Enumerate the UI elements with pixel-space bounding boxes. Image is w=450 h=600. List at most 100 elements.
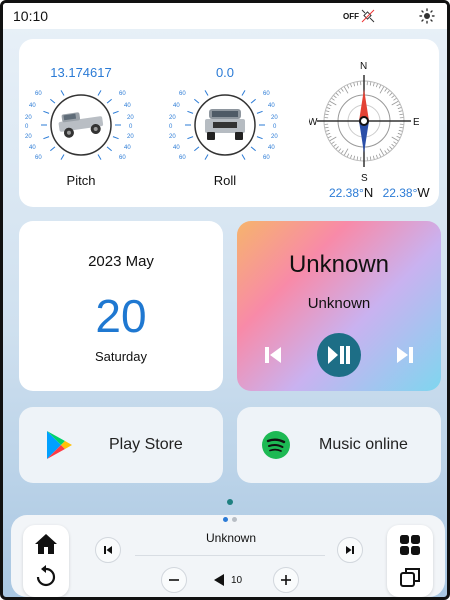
app-label: Play Store xyxy=(109,436,183,453)
compass-tick xyxy=(389,146,393,150)
spotify-icon xyxy=(257,426,295,464)
compass-tick xyxy=(396,103,401,107)
pitch-value: 13.174617 xyxy=(50,65,112,80)
compass-tick xyxy=(335,92,339,96)
gauge-tick xyxy=(43,136,50,140)
pitch-scale-label: 0 xyxy=(25,124,29,130)
nav-left-panel xyxy=(23,525,69,597)
gauge-tick xyxy=(50,98,56,104)
dock-next-button[interactable] xyxy=(337,537,363,563)
gauge-tick xyxy=(256,110,263,114)
app-label: Music online xyxy=(319,436,408,453)
date-widget[interactable]: 2023 May 20 Saturday xyxy=(19,221,223,391)
compass-tick xyxy=(331,97,335,101)
roll-dial: 60 40 20 0 20 40 60 60 40 20 0 20 40 60 xyxy=(169,90,278,161)
roll-scale-label: 60 xyxy=(263,155,270,161)
dock-previous-button[interactable] xyxy=(95,537,121,563)
compass-tick xyxy=(391,100,399,106)
compass-tick xyxy=(399,113,404,116)
compass-tick xyxy=(340,150,344,154)
brightness-icon[interactable] xyxy=(419,8,435,24)
compass-tick xyxy=(378,84,382,89)
app-tile-music-online[interactable]: Music online xyxy=(237,407,441,483)
play-pause-button[interactable] xyxy=(317,333,361,377)
dock-dot-active xyxy=(223,517,228,522)
compass-tick xyxy=(329,100,337,106)
skip-next-icon xyxy=(346,546,354,554)
compass-tick xyxy=(340,88,344,92)
gauge-tick xyxy=(194,98,200,104)
page-indicator xyxy=(227,499,233,505)
pitch-label: Pitch xyxy=(66,173,96,188)
volume-up-button[interactable] xyxy=(273,567,299,593)
gauge-tick xyxy=(194,146,200,152)
compass-tick xyxy=(389,92,393,96)
app-tile-play-store[interactable]: Play Store xyxy=(19,407,223,483)
compass-tick xyxy=(391,136,399,142)
roll-scale-label: 40 xyxy=(268,145,275,151)
longitude-value: 22.38° xyxy=(382,186,418,200)
latitude-dir: N xyxy=(363,185,374,200)
compass-tick xyxy=(386,90,391,94)
pitch-scale-label: 40 xyxy=(29,145,36,151)
compass-tick xyxy=(346,153,350,158)
year-month: 2023 May xyxy=(88,253,154,270)
compass-tick xyxy=(375,83,379,88)
gauge-tick xyxy=(204,154,209,160)
gauge-tick xyxy=(187,110,194,114)
compass-tick xyxy=(333,143,337,148)
roll-scale-label: 20 xyxy=(169,115,176,121)
skip-next-icon xyxy=(397,347,413,363)
day-number: 20 xyxy=(95,290,147,342)
pitch-scale-label: 20 xyxy=(127,134,134,140)
previous-track-button[interactable] xyxy=(263,345,283,365)
roll-label: Roll xyxy=(213,173,237,188)
back-icon[interactable] xyxy=(34,565,58,589)
compass-tick xyxy=(337,90,342,94)
music-widget[interactable]: Unknown Unknown xyxy=(237,221,441,391)
compass-tick xyxy=(349,154,353,159)
inclinometer-widget[interactable]: 13.174617 60 40 20 0 20 40 60 60 40 20 0… xyxy=(19,39,439,207)
pitch-scale-label: 60 xyxy=(35,91,42,97)
music-controls xyxy=(237,333,441,377)
nav-right-panel xyxy=(387,525,433,597)
apps-grid-icon[interactable] xyxy=(398,533,422,557)
gauge-tick xyxy=(106,146,112,152)
compass-tick xyxy=(379,86,385,94)
compass-tick xyxy=(325,129,330,132)
pitch-scale-label: 40 xyxy=(124,103,131,109)
roll-scale-label: 40 xyxy=(173,145,180,151)
recent-apps-icon[interactable] xyxy=(398,565,422,589)
pitch-scale-label: 40 xyxy=(29,103,36,109)
compass-tick xyxy=(346,84,350,89)
compass-tick xyxy=(325,110,330,113)
artist-name: Unknown xyxy=(307,295,371,312)
dock-dot xyxy=(232,517,237,522)
compass-tick xyxy=(369,81,372,86)
compass-tick xyxy=(356,156,359,161)
volume-down-button[interactable] xyxy=(161,567,187,593)
dock-page-dots xyxy=(223,517,237,522)
home-icon[interactable] xyxy=(34,533,58,555)
roll-value: 0.0 xyxy=(215,65,235,80)
pitch-scale-label: 60 xyxy=(35,155,42,161)
gauge-tick xyxy=(97,154,102,160)
compass-tick xyxy=(379,148,385,156)
next-track-button[interactable] xyxy=(395,345,415,365)
pitch-scale-label: 20 xyxy=(25,134,32,140)
gauge-tick xyxy=(256,136,263,140)
compass-tick xyxy=(369,156,372,161)
roll-scale-label: 60 xyxy=(179,155,186,161)
compass-tick xyxy=(384,88,388,92)
gauge-tick xyxy=(60,154,65,160)
gps-status: OFF xyxy=(343,9,375,23)
gauge-tick xyxy=(97,90,102,96)
bottom-dock: Unknown 10 xyxy=(11,515,445,597)
gauge-tick xyxy=(241,154,246,160)
compass-tick xyxy=(391,143,395,148)
roll-scale-label: 60 xyxy=(179,91,186,97)
compass-tick xyxy=(396,135,401,139)
compass-tick xyxy=(335,146,339,150)
compass-tick xyxy=(353,82,356,87)
compass-tick xyxy=(326,132,331,136)
